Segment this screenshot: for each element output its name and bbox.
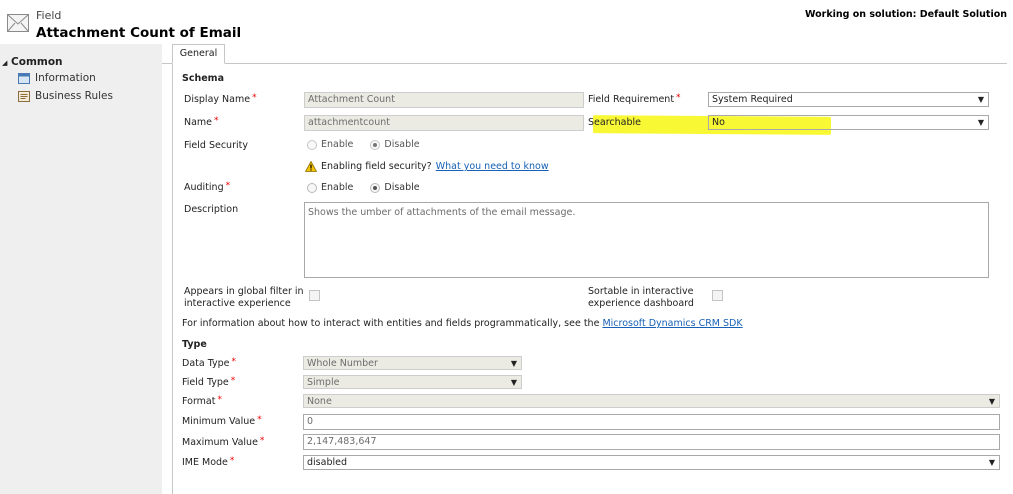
searchable-label: Searchable xyxy=(588,117,641,128)
what-you-need-to-know-link[interactable]: What you need to know xyxy=(436,161,549,172)
required-asterisk-icon: * xyxy=(676,93,681,103)
field-security-disable-radio[interactable] xyxy=(370,139,381,150)
field-security-warning: Enabling field security? What you need t… xyxy=(305,161,549,172)
display-name-field[interactable]: Attachment Count xyxy=(304,92,584,108)
required-asterisk-icon: * xyxy=(217,395,222,405)
max-value-field[interactable]: 2,147,483,647 xyxy=(303,434,1000,450)
required-asterisk-icon: * xyxy=(225,181,231,191)
ime-mode-value: disabled xyxy=(307,457,347,468)
global-filter-checkbox[interactable] xyxy=(309,290,320,301)
sidebar-item-information[interactable]: Information xyxy=(18,72,96,84)
sortable-label: Sortable in interactive experience dashb… xyxy=(588,286,694,310)
warning-icon xyxy=(305,161,317,172)
searchable-select[interactable]: No ▼ xyxy=(708,115,989,130)
radio-label: Enable xyxy=(321,139,354,150)
name-label: Name * xyxy=(184,116,219,128)
required-asterisk-icon: * xyxy=(252,93,257,103)
description-textarea[interactable]: Shows the umber of attachments of the em… xyxy=(304,202,989,278)
type-heading: Type xyxy=(182,339,207,350)
global-filter-label-line: Appears in global filter in xyxy=(184,286,304,297)
sdk-info-line: For information about how to interact wi… xyxy=(182,318,743,329)
dropdown-arrow-icon: ▼ xyxy=(988,458,995,467)
field-security-enable-radio[interactable] xyxy=(307,139,317,150)
max-value-label: Maximum Value * xyxy=(182,436,265,448)
required-asterisk-icon: * xyxy=(230,376,236,386)
business-rules-icon xyxy=(18,90,30,102)
radio-label: Disable xyxy=(384,139,420,150)
required-asterisk-icon: * xyxy=(229,456,235,466)
dropdown-arrow-icon: ▼ xyxy=(510,378,517,387)
sidebar-group-label: Common xyxy=(11,56,63,68)
ime-mode-label: IME Mode * xyxy=(182,456,235,468)
global-filter-label: Appears in global filter in interactive … xyxy=(184,286,304,310)
sortable-label-line: experience dashboard xyxy=(588,298,694,309)
auditing-disable-radio[interactable] xyxy=(370,182,381,193)
dropdown-arrow-icon: ▼ xyxy=(977,118,984,127)
dropdown-arrow-icon: ▼ xyxy=(510,359,517,368)
form-icon xyxy=(18,72,30,84)
data-type-label: Data Type * xyxy=(182,357,237,369)
name-field[interactable]: attachmentcount xyxy=(304,115,584,131)
sidebar-item-label: Information xyxy=(35,72,96,84)
auditing-radio-group: Enable Disable xyxy=(307,182,434,193)
field-type-value: Simple xyxy=(307,377,340,388)
ime-mode-select[interactable]: disabled ▼ xyxy=(303,455,1000,470)
sdk-info-text: For information about how to interact wi… xyxy=(182,318,600,329)
collapse-triangle-icon: ◢ xyxy=(2,59,8,67)
field-type-select[interactable]: Simple ▼ xyxy=(303,375,522,389)
display-name-label: Display Name * xyxy=(184,93,257,105)
format-label: Format * xyxy=(182,395,222,407)
searchable-value: No xyxy=(712,117,725,128)
warning-text: Enabling field security? xyxy=(321,161,432,172)
auditing-enable-radio[interactable] xyxy=(307,182,317,193)
field-security-label: Field Security xyxy=(184,140,248,151)
global-filter-label-line: interactive experience xyxy=(184,298,291,309)
format-select[interactable]: None ▼ xyxy=(303,394,1000,408)
field-requirement-value: System Required xyxy=(712,94,793,105)
dropdown-arrow-icon: ▼ xyxy=(977,95,984,104)
required-asterisk-icon: * xyxy=(231,357,237,367)
description-label: Description xyxy=(184,204,239,215)
format-value: None xyxy=(307,396,332,407)
sortable-label-line: Sortable in interactive xyxy=(588,286,694,297)
min-value-label: Minimum Value * xyxy=(182,415,262,427)
page-title: Attachment Count of Email xyxy=(36,25,242,41)
entity-type-label: Field xyxy=(36,9,62,22)
min-value-field[interactable]: 0 xyxy=(303,414,1000,430)
email-envelope-icon xyxy=(7,14,29,32)
dropdown-arrow-icon: ▼ xyxy=(988,397,995,406)
sortable-checkbox[interactable] xyxy=(712,290,723,301)
sidebar xyxy=(0,44,162,494)
field-type-label: Field Type * xyxy=(182,376,236,388)
schema-heading: Schema xyxy=(182,73,224,84)
solution-indicator: Working on solution: Default Solution xyxy=(804,9,1007,20)
data-type-value: Whole Number xyxy=(307,358,378,369)
field-security-radio-group: Enable Disable xyxy=(307,139,434,150)
radio-label: Disable xyxy=(384,182,420,193)
sidebar-group-common[interactable]: ◢ Common xyxy=(2,56,63,68)
sidebar-item-label: Business Rules xyxy=(35,90,113,102)
radio-label: Enable xyxy=(321,182,354,193)
crm-sdk-link[interactable]: Microsoft Dynamics CRM SDK xyxy=(602,318,742,329)
required-asterisk-icon: * xyxy=(214,116,219,126)
sidebar-item-business-rules[interactable]: Business Rules xyxy=(18,90,113,102)
required-asterisk-icon: * xyxy=(257,415,262,425)
field-requirement-select[interactable]: System Required ▼ xyxy=(708,92,989,107)
auditing-label: Auditing * xyxy=(184,181,231,193)
required-asterisk-icon: * xyxy=(259,436,265,446)
data-type-select[interactable]: Whole Number ▼ xyxy=(303,356,522,370)
tab-general[interactable]: General xyxy=(172,44,225,64)
field-requirement-label: Field Requirement * xyxy=(588,93,681,105)
